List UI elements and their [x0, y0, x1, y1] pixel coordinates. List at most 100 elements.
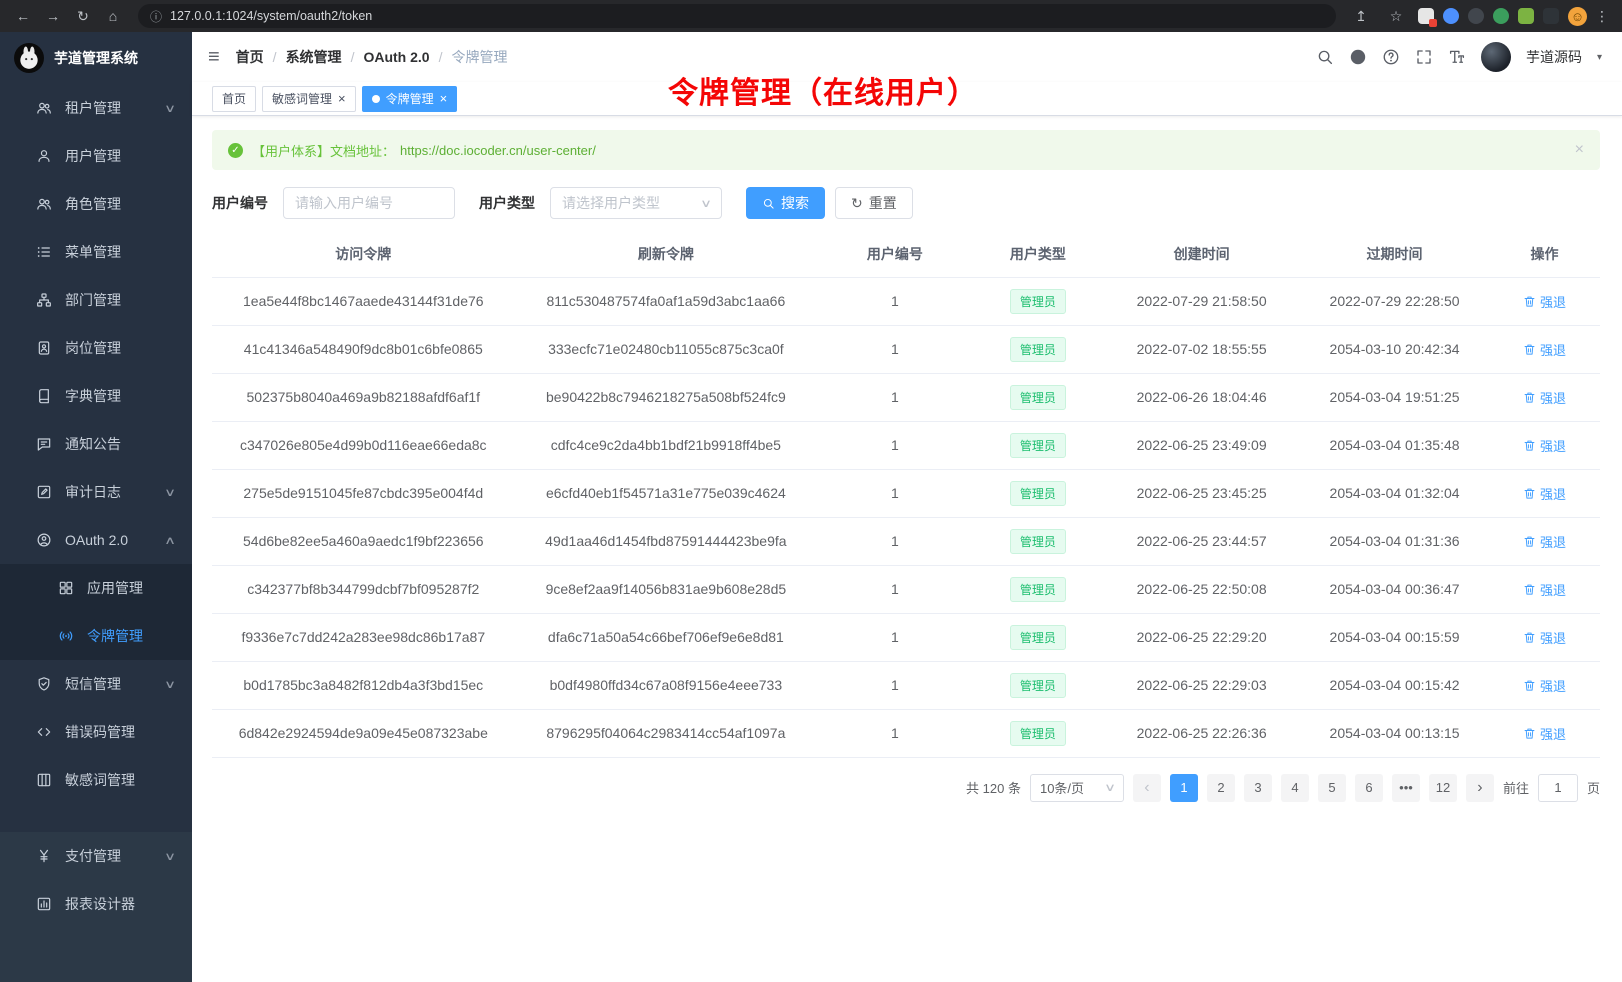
sidebar-item-label: 字典管理: [65, 386, 174, 406]
extension-icon[interactable]: [1418, 8, 1434, 24]
share-icon[interactable]: ↥: [1348, 4, 1374, 28]
more-menu-icon[interactable]: ⋮: [1596, 4, 1608, 28]
sidebar-item-audit-log[interactable]: 审计日志∨: [0, 468, 192, 516]
bookmark-star-icon[interactable]: ☆: [1383, 4, 1409, 28]
back-icon[interactable]: ←: [10, 4, 36, 28]
expire-time-cell: 2054-03-10 20:42:34: [1300, 325, 1489, 373]
close-icon[interactable]: ×: [440, 92, 448, 105]
sidebar-item-oauth2-token[interactable]: 令牌管理: [0, 612, 192, 660]
sidebar-item-oauth2[interactable]: OAuth 2.0∧: [0, 516, 192, 564]
search-button[interactable]: 搜索: [746, 187, 825, 219]
more-pages-button[interactable]: •••: [1392, 774, 1420, 802]
sidebar-item-user[interactable]: 用户管理: [0, 132, 192, 180]
sidebar-item-label: 支付管理: [65, 846, 166, 866]
profile-avatar-icon[interactable]: ☺: [1568, 7, 1587, 26]
chevron-down-icon: ∨: [164, 102, 176, 115]
user-type-filter: 用户类型 请选择用户类型 ∨: [479, 187, 722, 219]
user-id-input[interactable]: [283, 187, 455, 219]
fullscreen-icon[interactable]: [1415, 48, 1433, 66]
force-logout-button[interactable]: 强退: [1523, 292, 1566, 311]
create-time-cell: 2022-06-25 23:44:57: [1103, 517, 1300, 565]
font-size-icon[interactable]: [1448, 48, 1466, 66]
doc-link[interactable]: https://doc.iocoder.cn/user-center/: [400, 143, 596, 158]
sidebar-item-role[interactable]: 角色管理: [0, 180, 192, 228]
user-type-select[interactable]: 请选择用户类型 ∨: [550, 187, 722, 219]
user-type-badge: 管理员: [1010, 433, 1066, 458]
sidebar-item-oauth2-app[interactable]: 应用管理: [0, 564, 192, 612]
breadcrumb-item[interactable]: OAuth 2.0: [363, 49, 429, 65]
tab-sensitive-word[interactable]: 敏感词管理×: [262, 86, 356, 112]
sidebar-item-dept[interactable]: 部门管理: [0, 276, 192, 324]
sidebar-item-label: 租户管理: [65, 98, 166, 118]
help-icon[interactable]: [1382, 48, 1400, 66]
page-button-6[interactable]: 6: [1355, 774, 1383, 802]
reset-button[interactable]: ↻ 重置: [835, 187, 913, 219]
user-avatar[interactable]: [1481, 42, 1511, 72]
site-info-icon[interactable]: ⓘ: [150, 8, 162, 25]
sidebar-item-dict[interactable]: 字典管理: [0, 372, 192, 420]
app-logo[interactable]: 芋道管理系统: [0, 32, 192, 84]
collapse-sidebar-icon[interactable]: ≡: [208, 47, 220, 67]
user-type-cell: 管理员: [973, 565, 1103, 613]
table-row: 502375b8040a469a9b82188afdf6af1f be90422…: [212, 373, 1600, 421]
force-logout-button[interactable]: 强退: [1523, 580, 1566, 599]
puzzle-extension-icon[interactable]: [1518, 8, 1534, 24]
url-text: 127.0.0.1:1024/system/oauth2/token: [170, 9, 372, 23]
user-type-badge: 管理员: [1010, 577, 1066, 602]
forward-icon[interactable]: →: [40, 4, 66, 28]
sidebar-item-tenant[interactable]: 租户管理∨: [0, 84, 192, 132]
sidebar-item-notice[interactable]: 通知公告: [0, 420, 192, 468]
extension-icon[interactable]: [1493, 8, 1509, 24]
sidebar-item-report[interactable]: 报表设计器: [0, 880, 192, 928]
report-icon: [36, 896, 52, 912]
force-logout-button[interactable]: 强退: [1523, 388, 1566, 407]
page-button-2[interactable]: 2: [1207, 774, 1235, 802]
sidebar-item-post[interactable]: 岗位管理: [0, 324, 192, 372]
force-logout-button[interactable]: 强退: [1523, 724, 1566, 743]
breadcrumb-item[interactable]: 首页: [236, 47, 264, 67]
address-bar[interactable]: ⓘ 127.0.0.1:1024/system/oauth2/token: [138, 4, 1336, 28]
page-button-5[interactable]: 5: [1318, 774, 1346, 802]
sidebar-item-pay[interactable]: 支付管理∨: [0, 832, 192, 880]
access-token-cell: c347026e805e4d99b0d116eae66eda8c: [212, 421, 515, 469]
force-logout-button[interactable]: 强退: [1523, 436, 1566, 455]
tab-home[interactable]: 首页: [212, 86, 256, 112]
close-icon[interactable]: ×: [338, 92, 346, 105]
force-logout-button[interactable]: 强退: [1523, 340, 1566, 359]
expire-time-cell: 2054-03-04 01:32:04: [1300, 469, 1489, 517]
force-logout-button[interactable]: 强退: [1523, 532, 1566, 551]
force-logout-button[interactable]: 强退: [1523, 676, 1566, 695]
audit-log-icon: [36, 484, 52, 500]
extension-icon[interactable]: [1543, 8, 1559, 24]
prev-page-button[interactable]: ‹: [1133, 774, 1161, 802]
filter-form: 用户编号 用户类型 请选择用户类型 ∨ 搜索 ↻ 重置: [212, 187, 1600, 219]
sidebar-item-menu[interactable]: 菜单管理: [0, 228, 192, 276]
create-time-cell: 2022-06-25 22:26:36: [1103, 709, 1300, 757]
extension-icon[interactable]: [1468, 8, 1484, 24]
page-button-3[interactable]: 3: [1244, 774, 1272, 802]
sidebar-item-sms[interactable]: 短信管理∨: [0, 660, 192, 708]
caret-down-icon[interactable]: ▾: [1597, 52, 1602, 63]
page-size-select[interactable]: 10条/页 ∨: [1030, 774, 1124, 802]
trash-icon: [1523, 679, 1536, 692]
force-logout-button[interactable]: 强退: [1523, 484, 1566, 503]
tab-label: 首页: [222, 90, 246, 107]
tab-token[interactable]: 令牌管理×: [362, 86, 458, 112]
page-button-12[interactable]: 12: [1429, 774, 1457, 802]
search-icon[interactable]: [1316, 48, 1334, 66]
goto-page-input[interactable]: [1538, 774, 1578, 802]
github-icon[interactable]: [1349, 48, 1367, 66]
breadcrumb-item[interactable]: 系统管理: [286, 47, 342, 67]
reload-icon[interactable]: ↻: [70, 4, 96, 28]
home-icon[interactable]: ⌂: [100, 4, 126, 28]
sidebar-item-error-code[interactable]: 错误码管理: [0, 708, 192, 756]
page-button-4[interactable]: 4: [1281, 774, 1309, 802]
expire-time-cell: 2054-03-04 00:13:15: [1300, 709, 1489, 757]
page-button-1[interactable]: 1: [1170, 774, 1198, 802]
sidebar-item-sensitive-word[interactable]: 敏感词管理: [0, 756, 192, 804]
extension-icon[interactable]: [1443, 8, 1459, 24]
next-page-button[interactable]: ›: [1466, 774, 1494, 802]
username[interactable]: 芋道源码: [1526, 47, 1582, 67]
force-logout-button[interactable]: 强退: [1523, 628, 1566, 647]
close-icon[interactable]: ×: [1575, 141, 1584, 159]
